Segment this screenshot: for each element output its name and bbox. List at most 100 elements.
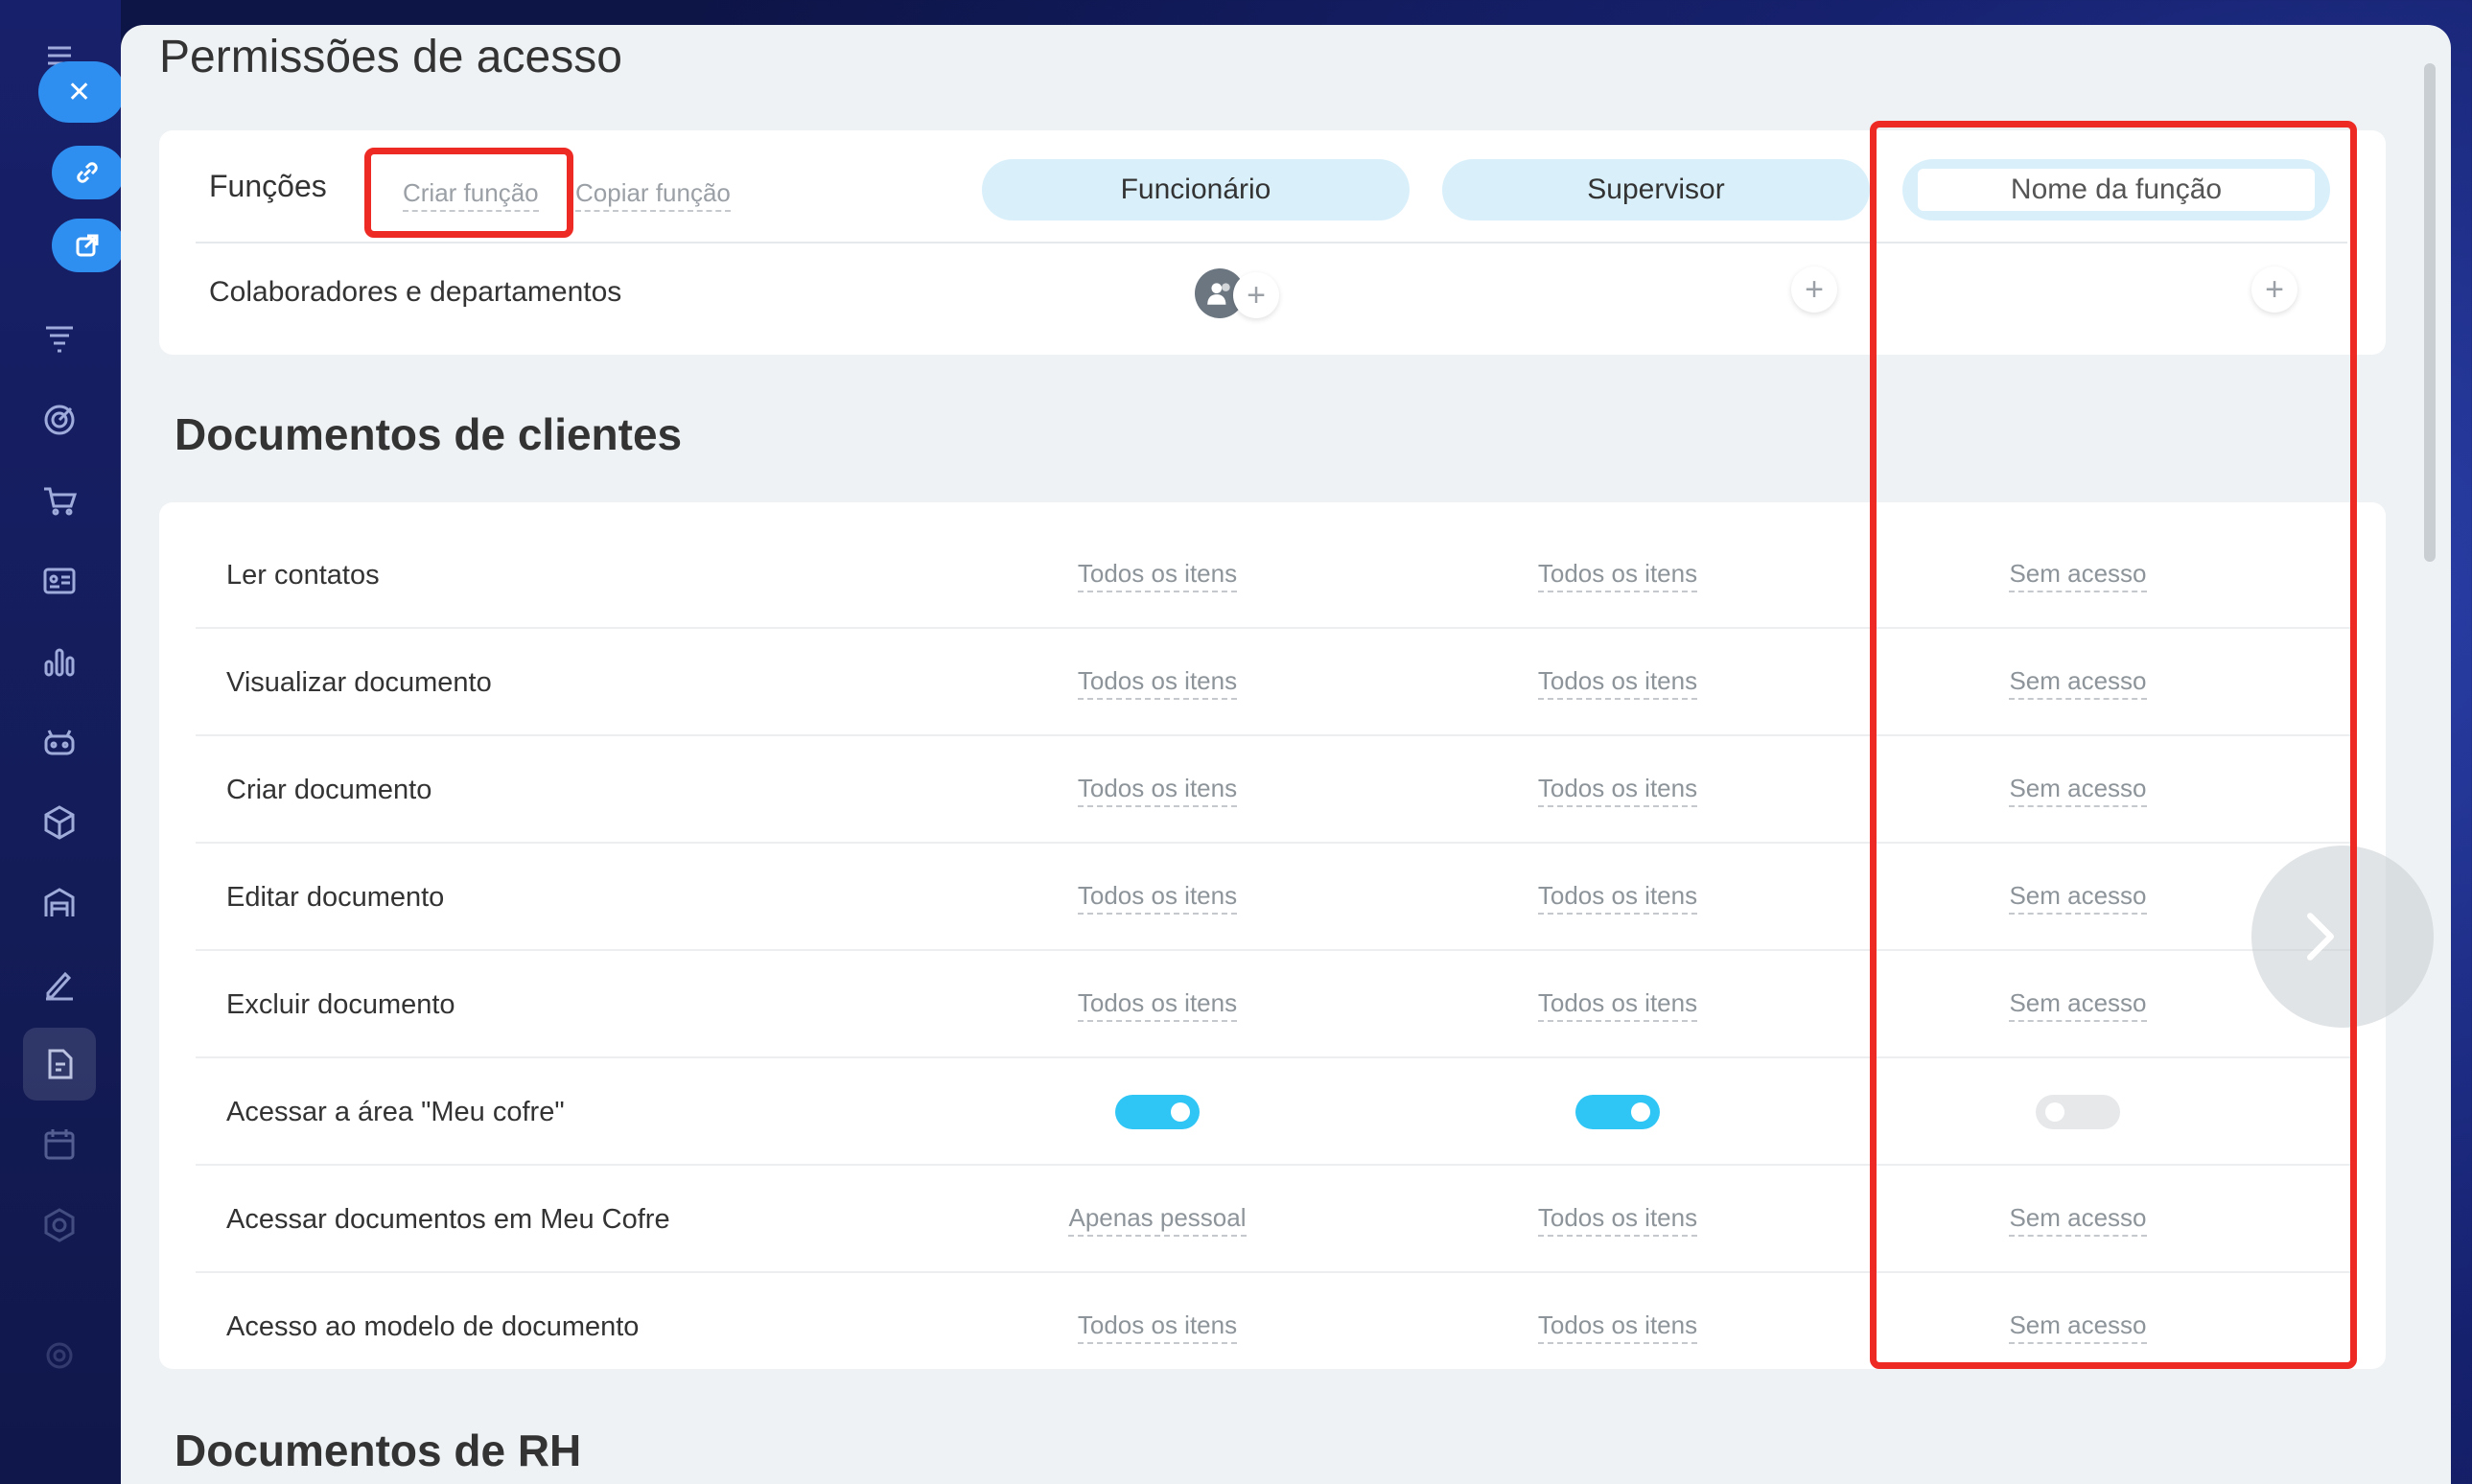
section-title-hr-documents: Documentos de RH	[175, 1426, 582, 1475]
permission-value[interactable]: Todos os itens	[1537, 1203, 1698, 1237]
permission-value[interactable]: Todos os itens	[1537, 881, 1698, 915]
role-employee[interactable]: Funcionário	[982, 159, 1410, 220]
robot-icon[interactable]	[36, 719, 82, 765]
cell-supervisor	[1404, 1058, 1831, 1166]
row-label: Acessar documentos em Meu Cofre	[226, 1203, 670, 1235]
copy-link-button[interactable]	[52, 146, 125, 199]
cell-new-role: Sem acesso	[1864, 522, 2292, 629]
external-link-icon	[76, 234, 99, 257]
funnel-icon[interactable]	[36, 316, 82, 362]
role-supervisor-label: Supervisor	[1587, 174, 1725, 205]
permission-value[interactable]: Sem acesso	[2009, 774, 2147, 807]
cell-employee: Todos os itens	[944, 736, 1371, 844]
documents-icon[interactable]	[36, 1041, 82, 1087]
permission-value[interactable]: Todos os itens	[1537, 774, 1698, 807]
table-row: Ler contatos Todos os itens Todos os ite…	[196, 522, 2353, 629]
employees-departments-label: Colaboradores e departamentos	[209, 276, 622, 308]
cell-supervisor: Todos os itens	[1404, 522, 1831, 629]
permission-value[interactable]: Todos os itens	[1077, 881, 1238, 915]
vault-access-toggle-supervisor[interactable]	[1575, 1095, 1660, 1129]
permission-value[interactable]: Sem acesso	[2009, 1203, 2147, 1237]
add-employee-button-supervisor[interactable]: +	[1791, 267, 1837, 313]
permission-value[interactable]: Sem acesso	[2009, 988, 2147, 1022]
chart-icon[interactable]	[36, 638, 82, 684]
cell-new-role: Sem acesso	[1864, 736, 2292, 844]
permission-value[interactable]: Sem acesso	[2009, 1310, 2147, 1344]
left-sidebar: ✕	[0, 0, 125, 1484]
cell-new-role: Sem acesso	[1864, 951, 2292, 1058]
cell-employee	[944, 1058, 1371, 1166]
cell-new-role: Sem acesso	[1864, 1166, 2292, 1273]
scroll-right-button[interactable]	[2251, 846, 2434, 1028]
permission-value[interactable]: Sem acesso	[2009, 666, 2147, 700]
cell-supervisor: Todos os itens	[1404, 1273, 1831, 1380]
row-label: Acesso ao modelo de documento	[226, 1310, 640, 1342]
target-icon[interactable]	[36, 397, 82, 443]
add-employee-button-employee[interactable]: +	[1233, 272, 1279, 318]
plus-icon: +	[2265, 271, 2284, 308]
row-label: Acessar a área "Meu cofre"	[226, 1096, 565, 1127]
access-permissions-panel: Permissões de acesso Funções Criar funçã…	[121, 25, 2451, 1484]
permission-value[interactable]: Todos os itens	[1077, 666, 1238, 700]
row-label: Ler contatos	[226, 559, 380, 591]
calendar-icon[interactable]	[36, 1122, 82, 1168]
permissions-table: Ler contatos Todos os itens Todos os ite…	[159, 522, 2386, 1365]
user-group-icon	[1207, 283, 1230, 305]
warehouse-icon[interactable]	[36, 880, 82, 926]
permission-value[interactable]: Todos os itens	[1537, 559, 1698, 592]
table-row: Acessar a área "Meu cofre"	[196, 1058, 2353, 1166]
permission-value[interactable]: Apenas pessoal	[1068, 1203, 1247, 1237]
open-external-button[interactable]	[52, 219, 125, 272]
permission-value[interactable]: Todos os itens	[1077, 774, 1238, 807]
section-title-client-documents: Documentos de clientes	[175, 409, 683, 459]
table-row: Criar documento Todos os itens Todos os …	[196, 736, 2353, 844]
table-row: Excluir documento Todos os itens Todos o…	[196, 951, 2353, 1058]
cell-new-role: Sem acesso	[1864, 1273, 2292, 1380]
cell-supervisor: Todos os itens	[1404, 736, 1831, 844]
cell-employee: Todos os itens	[944, 951, 1371, 1058]
row-label: Criar documento	[226, 774, 432, 805]
table-row: Editar documento Todos os itens Todos os…	[196, 844, 2353, 951]
new-role-name-input[interactable]: Nome da função	[1918, 169, 2315, 211]
cell-new-role: Sem acesso	[1864, 629, 2292, 736]
box-icon[interactable]	[36, 800, 82, 846]
cell-employee: Todos os itens	[944, 1273, 1371, 1380]
row-label: Editar documento	[226, 881, 445, 913]
cell-supervisor: Todos os itens	[1404, 844, 1831, 951]
plus-icon: +	[1805, 271, 1824, 308]
role-employee-label: Funcionário	[1120, 174, 1271, 205]
permission-value[interactable]: Todos os itens	[1537, 1310, 1698, 1344]
permission-value[interactable]: Sem acesso	[2009, 559, 2147, 592]
cell-supervisor: Todos os itens	[1404, 629, 1831, 736]
cell-employee: Todos os itens	[944, 844, 1371, 951]
signature-icon[interactable]	[36, 961, 82, 1007]
cell-employee: Todos os itens	[944, 522, 1371, 629]
roles-label: Funções	[209, 169, 327, 203]
cell-supervisor: Todos os itens	[1404, 1166, 1831, 1273]
contact-card-icon[interactable]	[36, 558, 82, 604]
cell-new-role	[1864, 1058, 2292, 1166]
vault-access-toggle-new-role[interactable]	[2036, 1095, 2120, 1129]
hexagon-icon[interactable]	[36, 1202, 82, 1248]
page-title: Permissões de acesso	[159, 32, 622, 82]
vertical-scrollbar[interactable]	[2424, 63, 2436, 562]
copy-role-link[interactable]: Copiar função	[575, 178, 731, 212]
roles-card: Funções Criar função Copiar função Funci…	[159, 130, 2386, 355]
add-employee-button-new-role[interactable]: +	[2251, 267, 2297, 313]
cell-employee: Apenas pessoal	[944, 1166, 1371, 1273]
permission-value[interactable]: Todos os itens	[1077, 988, 1238, 1022]
permission-value[interactable]: Todos os itens	[1077, 559, 1238, 592]
client-documents-permissions-card: Ler contatos Todos os itens Todos os ite…	[159, 502, 2386, 1369]
create-role-link[interactable]: Criar função	[403, 178, 539, 212]
table-row: Acessar documentos em Meu Cofre Apenas p…	[196, 1166, 2353, 1273]
permission-value[interactable]: Todos os itens	[1537, 988, 1698, 1022]
settings-icon[interactable]	[36, 1333, 82, 1379]
permission-value[interactable]: Todos os itens	[1537, 666, 1698, 700]
close-button[interactable]: ✕	[38, 61, 125, 123]
chevron-right-icon	[2307, 913, 2334, 961]
cart-icon[interactable]	[36, 477, 82, 523]
permission-value[interactable]: Todos os itens	[1077, 1310, 1238, 1344]
permission-value[interactable]: Sem acesso	[2009, 881, 2147, 915]
vault-access-toggle-employee[interactable]	[1115, 1095, 1200, 1129]
role-supervisor[interactable]: Supervisor	[1442, 159, 1870, 220]
